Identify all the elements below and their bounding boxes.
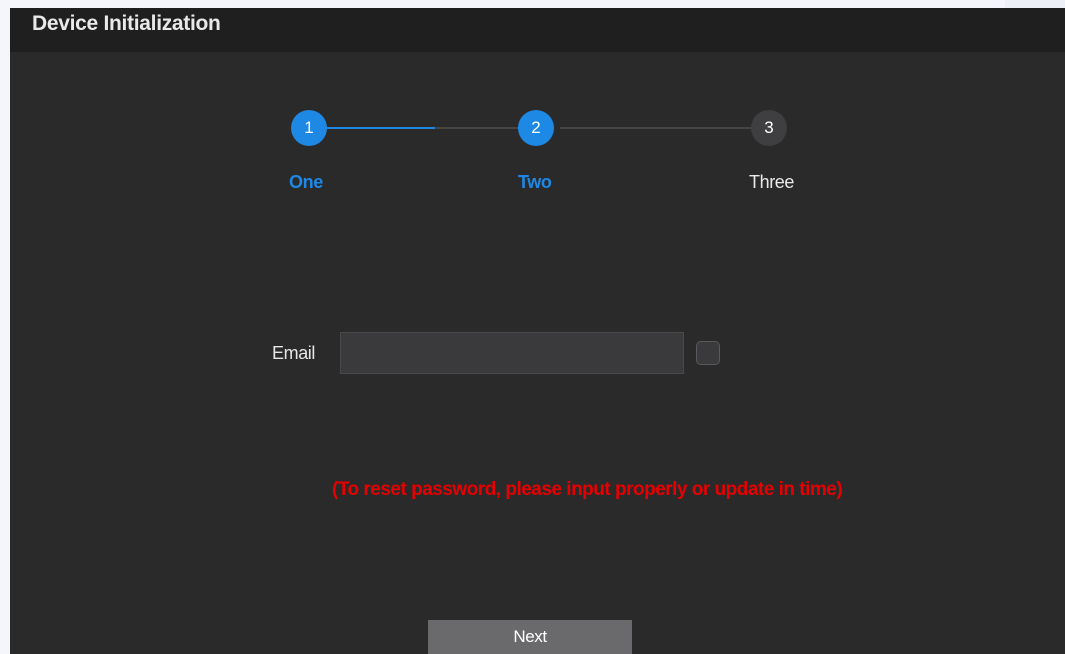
email-checkbox[interactable] [696,341,720,365]
dialog-title: Device Initialization [32,12,221,35]
step-connector-3 [560,127,760,129]
reset-password-warning: (To reset password, please input properl… [332,479,843,500]
email-field[interactable] [340,332,684,374]
step-1-indicator: 1 [291,110,327,146]
device-initialization-dialog: Device Initialization 1 2 3 One Two Thre… [10,8,1065,654]
step-3-label: Three [749,172,795,192]
next-button[interactable]: Next [428,620,632,654]
email-label: Email [272,343,316,363]
title-bar: Device Initialization [10,8,1065,52]
step-3-indicator: 3 [751,110,787,146]
step-connector-1 [325,127,435,129]
step-1-label: One [289,172,323,192]
step-2-label: Two [518,172,552,192]
step-2-indicator: 2 [518,110,554,146]
